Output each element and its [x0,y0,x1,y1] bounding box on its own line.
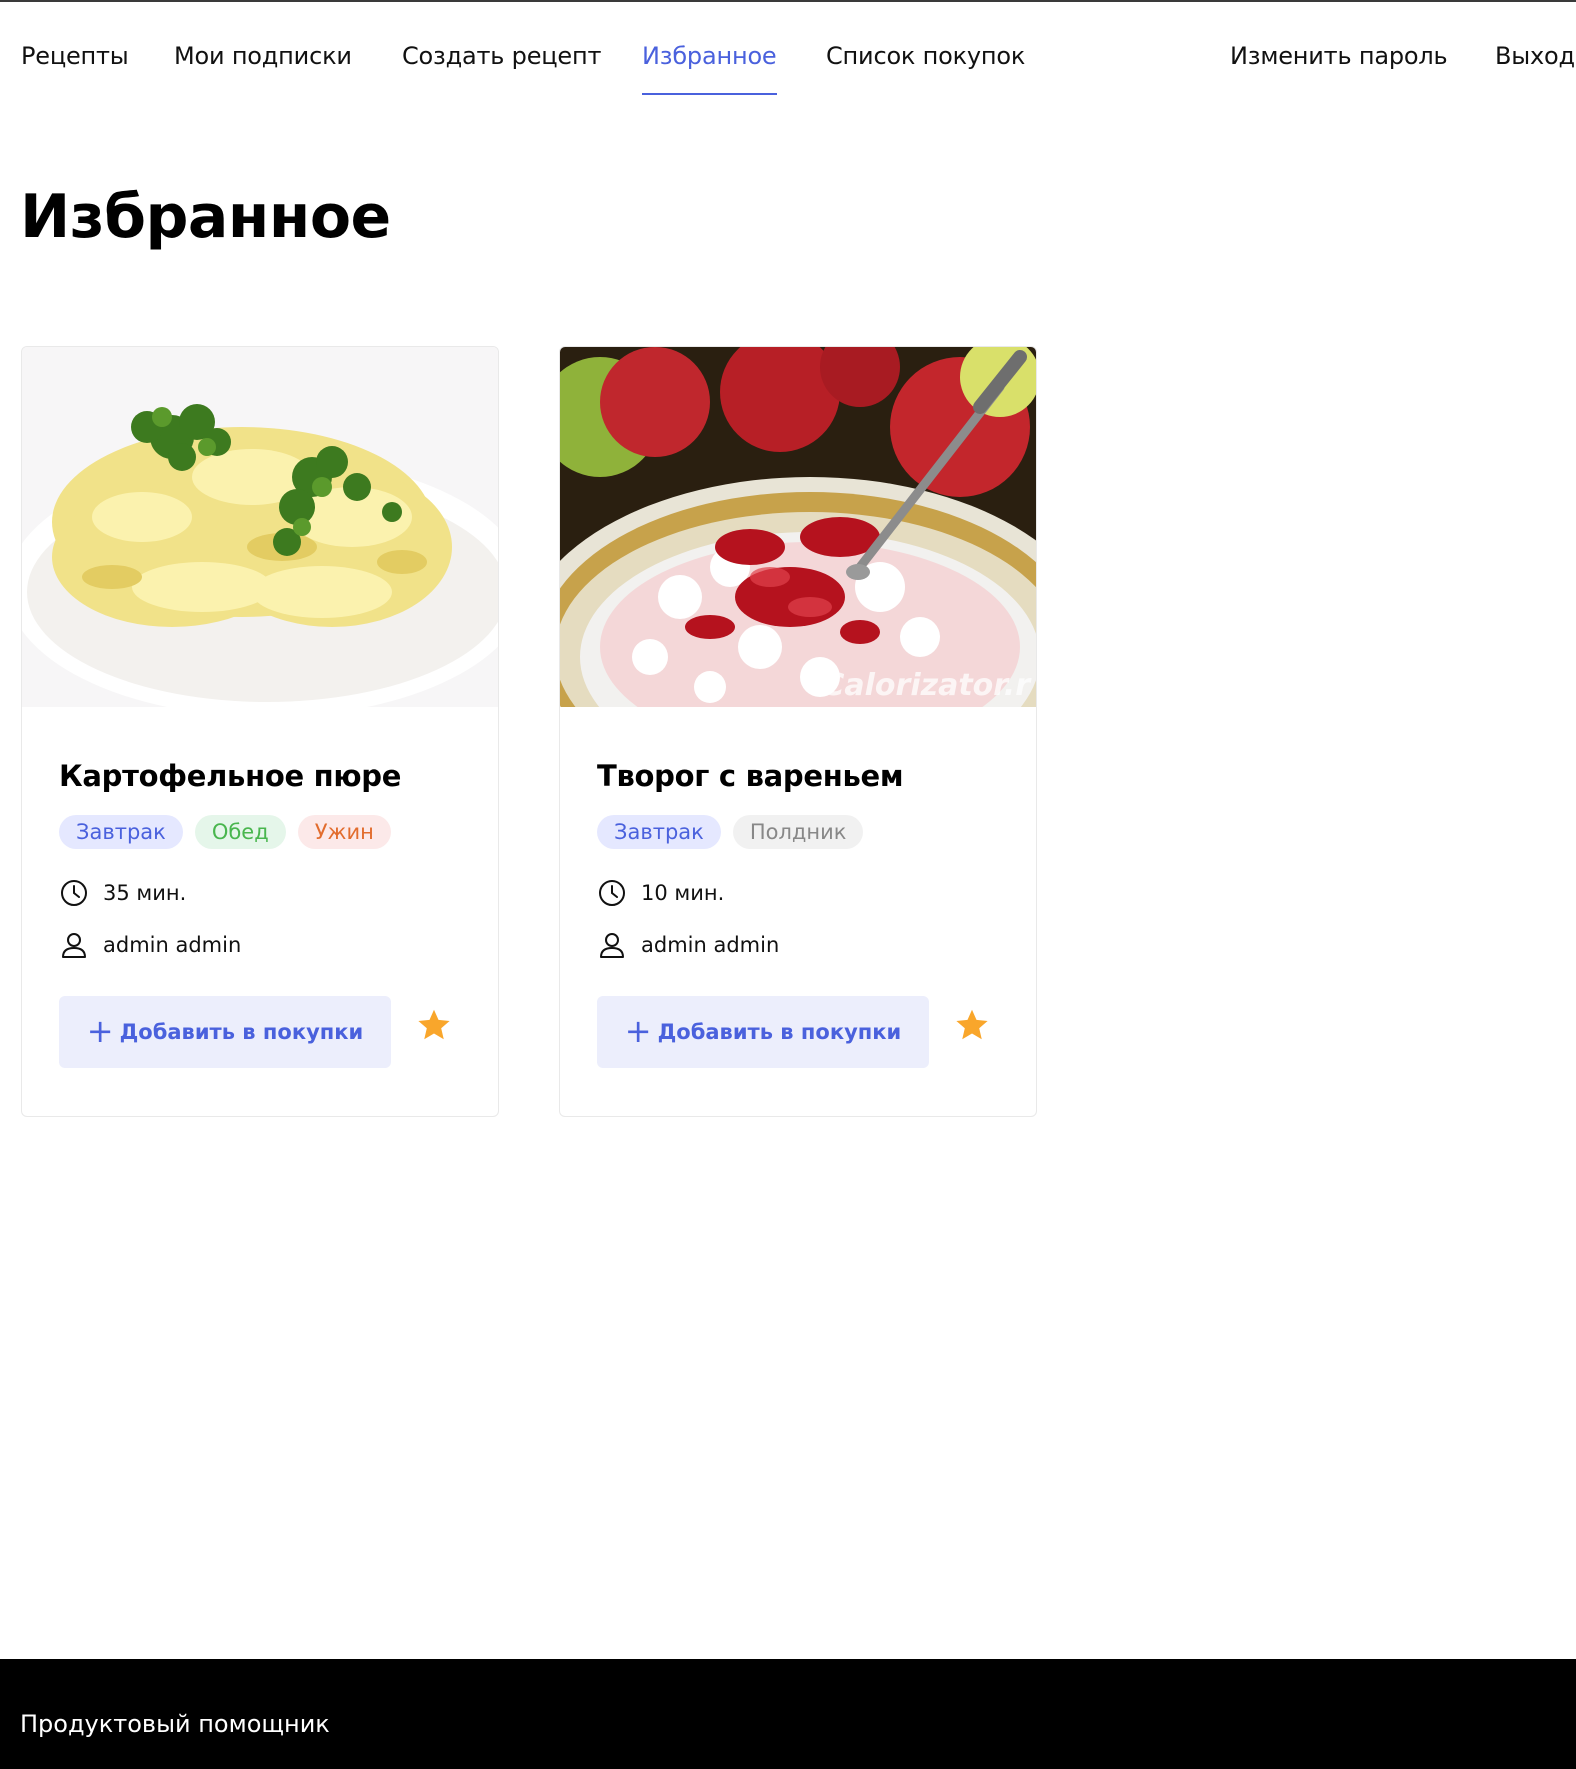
author-name[interactable]: admin admin [641,933,779,957]
recipe-title[interactable]: Творог с вареньем [597,759,904,793]
tag-list: Завтрак Полдник [597,815,864,849]
plus-icon: + [624,1011,652,1050]
nav-item-create-recipe[interactable]: Создать рецепт [402,42,601,98]
user-icon [600,933,624,958]
author: admin admin [597,929,779,961]
tag-breakfast: Завтрак [597,815,721,849]
add-to-shopping-list-label: Добавить в покупки [657,1020,902,1044]
tag-snack: Полдник [732,815,864,849]
recipe-image-mashed-potatoes[interactable] [22,347,498,707]
add-to-shopping-list-button[interactable]: + Добавить в покупки [59,996,391,1068]
clock-icon [61,880,87,906]
recipe-image-cottage-cheese[interactable]: Calorizator.r [560,347,1036,707]
nav-item-logout[interactable]: Выход [1495,42,1575,98]
recipe-card: Картофельное пюре Завтрак Обед Ужин 35 м… [21,346,499,1117]
clock-icon [599,880,625,906]
main-nav: Рецепты Мои подписки Создать рецепт Избр… [0,0,1576,100]
nav-item-favorites[interactable]: Избранное [642,42,777,98]
footer-brand: Продуктовый помощник [20,1710,330,1738]
cooking-time-text: 35 мин. [103,881,187,905]
tag-breakfast: Завтрак [59,815,183,849]
tag-dinner: Ужин [297,815,391,849]
nav-item-change-password[interactable]: Изменить пароль [1230,42,1448,98]
recipe-card: Calorizator.r Творог с вареньем Завтрак … [559,346,1037,1117]
recipe-title[interactable]: Картофельное пюре [59,759,401,793]
page: Рецепты Мои подписки Создать рецепт Избр… [0,0,1576,1769]
nav-item-recipes[interactable]: Рецепты [21,42,129,98]
tag-list: Завтрак Обед Ужин [59,815,391,849]
plus-icon: + [86,1011,114,1050]
author: admin admin [59,929,241,961]
cooking-time-text: 10 мин. [641,881,725,905]
cooking-time: 35 мин. [59,877,186,909]
tag-lunch: Обед [194,815,286,849]
page-title: Избранное [20,182,391,252]
nav-item-subscriptions[interactable]: Мои подписки [174,42,352,98]
favorite-star-icon[interactable] [954,1007,990,1043]
cooking-time: 10 мин. [597,877,724,909]
user-icon [62,933,86,958]
author-name[interactable]: admin admin [103,933,241,957]
nav-item-shopping-list[interactable]: Список покупок [826,42,1025,98]
add-to-shopping-list-button[interactable]: + Добавить в покупки [597,996,929,1068]
favorite-star-icon[interactable] [416,1007,452,1043]
add-to-shopping-list-label: Добавить в покупки [119,1020,364,1044]
image-watermark: Calorizator.r [822,668,1032,703]
footer: Продуктовый помощник [0,1659,1576,1769]
